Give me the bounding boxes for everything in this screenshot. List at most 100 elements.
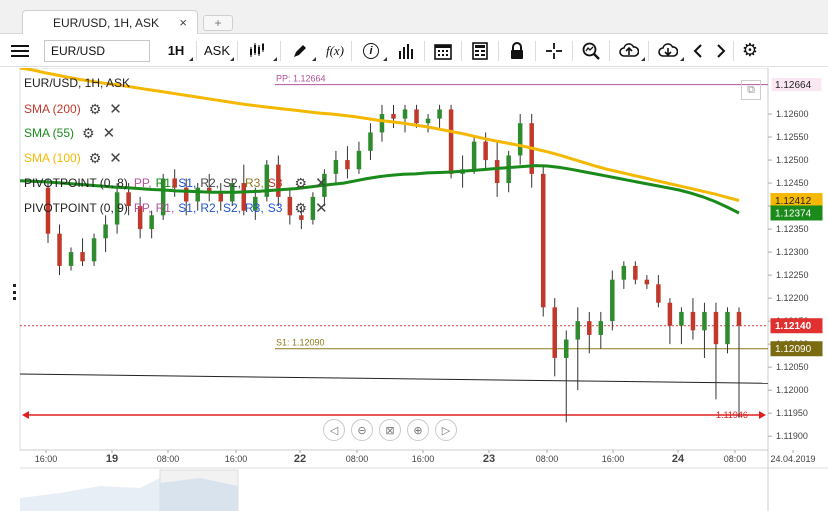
timeframe-select[interactable]: 1H: [156, 37, 196, 65]
r1-part: R1,: [155, 201, 175, 215]
y-tick-label: 1.11900: [776, 431, 808, 441]
menu-icon[interactable]: [0, 37, 40, 65]
gear-icon[interactable]: ⚙: [734, 37, 766, 65]
close-icon[interactable]: ✕: [109, 149, 122, 167]
x-tick-label: 22: [294, 453, 306, 465]
pivot8-parts: PP, R1, S1, R2, S2, R3, S3: [134, 176, 287, 190]
close-icon[interactable]: ×: [179, 15, 187, 30]
candle-body: [494, 160, 500, 184]
candle-body: [149, 215, 154, 230]
chart-tab-label: EUR/USD, 1H, ASK: [53, 15, 160, 30]
candle-body: [402, 109, 408, 119]
zoom-icon[interactable]: [573, 37, 609, 65]
candle-body: [587, 321, 592, 335]
zoom-in-icon[interactable]: ⊕: [407, 419, 429, 441]
pivot9-label: PIVOTPOINT (0, 9): [24, 201, 128, 215]
side-select[interactable]: ASK: [197, 37, 237, 65]
r2-part: R2,: [200, 176, 219, 190]
y-tick-label: 1.12600: [776, 109, 809, 119]
y-tick-label: 1.12300: [776, 247, 809, 257]
info-icon[interactable]: i: [352, 37, 390, 65]
pencil-icon[interactable]: [281, 37, 319, 65]
x-tick-label: 08:00: [536, 454, 559, 464]
close-icon[interactable]: ✕: [315, 199, 328, 217]
next-icon[interactable]: [709, 37, 733, 65]
pp-price-tag: 1.12664: [775, 80, 812, 91]
x-tick-label: 19: [106, 453, 118, 465]
sma100-price-tag: 1.12412: [775, 196, 812, 207]
candle-body: [690, 311, 696, 331]
symbol-input[interactable]: EUR/USD: [44, 39, 150, 62]
candle-body: [425, 118, 431, 124]
sheet-icon[interactable]: [462, 37, 498, 65]
candle-body: [345, 160, 350, 170]
reset-view-icon[interactable]: ⊠: [379, 419, 401, 441]
r1-part: R1,: [155, 176, 175, 190]
candle-body: [57, 233, 62, 266]
s1-part: S1,: [178, 201, 197, 215]
close-icon[interactable]: ✕: [315, 174, 328, 192]
gear-icon[interactable]: ⚙: [82, 125, 95, 142]
legend-title: EUR/USD, 1H, ASK: [24, 76, 131, 90]
legend-pivot8: PIVOTPOINT (0, 8) PP, R1, S1, R2, S2, R3, S3 ⚙…: [24, 174, 328, 193]
gear-icon[interactable]: ⚙: [89, 101, 102, 118]
upload-icon[interactable]: [610, 37, 648, 65]
pp-level-label: PP: 1.12664: [276, 74, 326, 84]
y-tick-label: 1.12550: [776, 132, 809, 142]
candle-body: [68, 252, 74, 266]
s2-part: S2,: [223, 176, 242, 190]
x-tick-label: 16:00: [35, 454, 58, 464]
sma100-label: SMA (100): [24, 151, 81, 165]
calendar-icon[interactable]: [425, 37, 461, 65]
candle-body: [448, 109, 454, 174]
s3-part: S3: [267, 201, 283, 215]
x-tick-label: 23: [483, 453, 495, 465]
chart-nav-controls: ◁ ⊖ ⊠ ⊕ ▷: [323, 419, 457, 441]
lock-icon[interactable]: [499, 37, 535, 65]
gear-icon[interactable]: ⚙: [294, 200, 307, 217]
bars-icon[interactable]: [390, 37, 424, 65]
zoom-out-icon[interactable]: ⊖: [351, 419, 373, 441]
close-icon[interactable]: ✕: [103, 124, 116, 142]
download-icon[interactable]: [649, 37, 687, 65]
s3-part: S3: [267, 176, 283, 190]
fx-icon[interactable]: f(x): [319, 37, 351, 65]
candle-body: [517, 123, 523, 156]
x-tick-label: 24: [672, 453, 685, 465]
chart-tab[interactable]: EUR/USD, 1H, ASK ×: [22, 10, 198, 34]
sma55-price-tag: 1.12374: [775, 208, 812, 219]
candle-body: [91, 238, 97, 262]
s1-part: S1,: [178, 176, 197, 190]
y-tick-label: 1.12000: [776, 385, 809, 395]
current-price-tag: 1.12140: [775, 321, 812, 332]
scroll-right-icon[interactable]: ▷: [435, 419, 457, 441]
prev-icon[interactable]: [687, 37, 709, 65]
candle-body: [564, 339, 569, 358]
candle-body: [333, 160, 339, 174]
x-tick-label: 08:00: [724, 454, 747, 464]
scroll-left-icon[interactable]: ◁: [323, 419, 345, 441]
panel-handle[interactable]: [13, 284, 17, 300]
pivot9-parts: PP, R1, S1, R2, S2, R3, S3: [134, 201, 287, 215]
candle-body: [610, 279, 615, 322]
x-tick-label: 24.04.2019: [770, 454, 815, 464]
legend-sma100: SMA (100) ⚙ ✕: [24, 149, 122, 168]
candle-body: [575, 321, 581, 340]
price-chart[interactable]: 1.126001.125501.125001.124501.124001.123…: [0, 68, 828, 511]
pp-part: PP,: [133, 201, 152, 215]
add-tab-button[interactable]: +: [203, 15, 233, 31]
chart-area[interactable]: 1.126001.125501.125001.124501.124001.123…: [0, 68, 828, 511]
gear-icon[interactable]: ⚙: [294, 175, 307, 192]
gear-icon[interactable]: ⚙: [89, 150, 102, 167]
candle-body: [103, 224, 108, 239]
candles-icon[interactable]: [238, 37, 280, 65]
candle-body: [80, 252, 85, 262]
close-icon[interactable]: ✕: [109, 100, 122, 118]
x-tick-label: 16:00: [602, 454, 625, 464]
y-tick-label: 1.12350: [776, 224, 809, 234]
candle-body: [471, 141, 477, 170]
candle-body: [356, 150, 362, 170]
x-tick-label: 08:00: [157, 454, 180, 464]
popout-icon[interactable]: ⧉: [741, 80, 761, 100]
crosshair-icon[interactable]: [536, 37, 572, 65]
